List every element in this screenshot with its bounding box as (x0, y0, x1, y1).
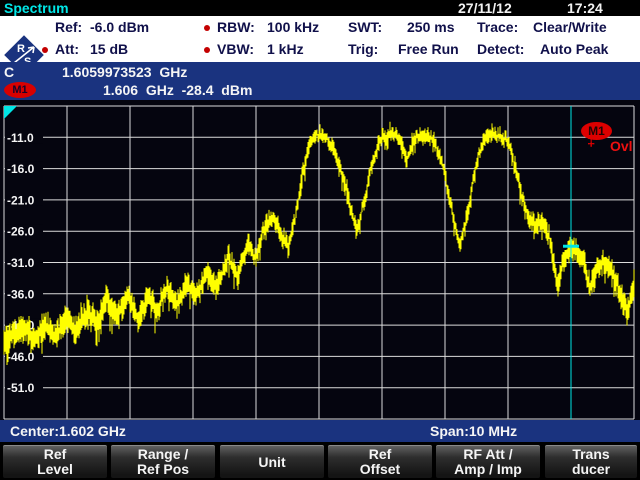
grid-lines (4, 106, 634, 419)
trigger-label: Trig: (348, 41, 378, 58)
frequency-status-bar: Center:1.602 GHz Span:10 MHz (0, 420, 640, 442)
svg-text:R: R (17, 43, 25, 55)
trigger-value: Free Run (398, 41, 459, 58)
vbw-value: 1 kHz (267, 41, 304, 58)
y-axis-label: -21.0 (7, 193, 35, 207)
rbw-label: RBW: (217, 19, 255, 36)
softkey-bar: RefLevel Range /Ref Pos Unit RefOffset R… (0, 443, 640, 480)
ref-level-label: Ref: (55, 19, 82, 36)
settings-panel: R S Ref: -6.0 dBm Att: 15 dB RBW: 100 kH… (0, 16, 640, 62)
att-changed-dot (42, 47, 48, 53)
detector-label: Detect: (477, 41, 524, 58)
center-frequency: Center:1.602 GHz (10, 423, 126, 439)
rbw-value: 100 kHz (267, 19, 319, 36)
marker-m1-badge: M1 (4, 82, 36, 98)
detector-value: Auto Peak (540, 41, 608, 58)
y-axis-label: -11.0 (7, 131, 34, 145)
trace-mode-value: Clear/Write (533, 19, 607, 36)
mode-title: Spectrum (4, 0, 69, 16)
ref-position-triangle-icon (4, 106, 17, 119)
overload-warning: Ovl (610, 138, 633, 154)
softkey-transducer[interactable]: Transducer (545, 445, 637, 478)
time-display: 17:24 (567, 0, 603, 16)
y-axis-label: -16.0 (7, 162, 35, 176)
trace-mode-label: Trace: (477, 19, 518, 36)
y-axis-label: -51.0 (7, 381, 35, 395)
ref-level-value: -6.0 dBm (90, 19, 149, 36)
y-axis-label: -36.0 (7, 287, 35, 301)
spectrum-analyzer-screen: Spectrum 27/11/12 17:24 R S Ref: -6.0 dB… (0, 0, 640, 480)
attenuation-label: Att: (55, 41, 79, 58)
date-display: 27/11/12 (458, 0, 512, 16)
title-bar: Spectrum 27/11/12 17:24 (0, 0, 640, 16)
vbw-changed-dot (204, 47, 210, 53)
attenuation-value: 15 dB (90, 41, 128, 58)
marker-readout-bar: C 1.6059973523 GHz M1 1.606 GHz -28.4 dB… (0, 62, 640, 100)
softkey-range-ref-pos[interactable]: Range /Ref Pos (111, 445, 215, 478)
spectrum-chart: -11.0 -16.0 -21.0 -26.0 -31.0 -36.0 -41.… (0, 100, 640, 420)
frequency-counter-label: C (4, 63, 14, 81)
vbw-label: VBW: (217, 41, 254, 58)
marker-m1-flag[interactable]: M1 (581, 122, 612, 140)
softkey-unit[interactable]: Unit (220, 445, 324, 478)
softkey-rf-att-amp-imp[interactable]: RF Att /Amp / Imp (436, 445, 540, 478)
span-value: Span:10 MHz (430, 423, 517, 439)
softkey-ref-level[interactable]: RefLevel (3, 445, 107, 478)
sweep-time-value: 250 ms (407, 19, 454, 36)
sweep-time-label: SWT: (348, 19, 382, 36)
y-axis-label: -26.0 (7, 225, 35, 239)
frequency-counter-value: 1.6059973523 GHz (62, 63, 187, 81)
rbw-changed-dot (204, 25, 210, 31)
softkey-ref-offset[interactable]: RefOffset (328, 445, 432, 478)
marker-m1-readout: 1.606 GHz -28.4 dBm (103, 81, 252, 99)
trace-plot: -11.0 -16.0 -21.0 -26.0 -31.0 -36.0 -41.… (0, 100, 640, 420)
y-axis-label: -31.0 (7, 256, 35, 270)
